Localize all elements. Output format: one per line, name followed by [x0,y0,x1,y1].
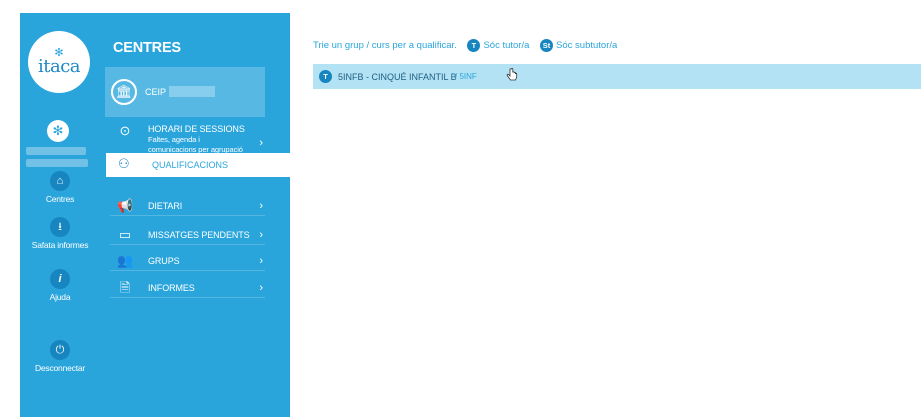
hand-cursor-icon [506,68,518,81]
rail-item-ajuda[interactable]: i Ajuda [20,269,100,302]
chevron-right-icon: › [259,200,263,212]
rail-item-centres[interactable]: ⌂ Centres [20,171,100,204]
icon-rail: ✻ itaca ✻ ⌂ Centres ⭳ Safata informes i … [20,13,100,417]
tutor-badge-icon: T [319,70,332,83]
centre-name-redacted [169,86,215,97]
download-icon: ⭳ [50,217,70,237]
message-icon: ▭ [118,227,132,242]
user-name-redacted [26,147,86,155]
award-icon: ⚇ [118,156,130,171]
itaca-logo[interactable]: ✻ itaca [28,31,90,93]
rail-item-label: Centres [45,194,75,204]
tutor-badge-icon: T [467,39,481,52]
menu-item-label: GRUPS [148,256,180,266]
group-icon: 👥 [117,253,134,268]
megaphone-icon: 📢 [117,198,134,213]
user-avatar-icon[interactable]: ✻ [47,120,69,142]
power-icon: ⏻ [50,340,70,360]
rail-item-label: Safata informes [31,240,89,250]
subtutor-badge-icon: St [540,39,554,52]
menu-item-informes[interactable]: 🗎 INFORMES › [110,281,265,298]
group-row[interactable]: T 5INFB - CINQUÉ INFANTIL B / 5INF [313,64,921,89]
group-name: 5INFB - CINQUÉ INFANTIL B [338,72,457,82]
subtutor-legend: Sóc subtutor/a [556,40,618,52]
home-icon: ⌂ [50,171,70,191]
intro-text: Trie un grup / curs per a qualificar. [313,40,457,52]
logo-text: itaca [37,56,81,77]
menu-title: CENTRES [113,40,181,56]
rail-item-desconnectar[interactable]: ⏻ Desconnectar [20,340,100,373]
centres-menu: CENTRES 🏛 CEIP ⊙ HORARI DE SESSIONS Falt… [100,13,290,417]
user-role-redacted [26,159,88,167]
info-icon: i [50,269,70,289]
group-selection-header: Trie un grup / curs per a qualificar. TS… [313,39,617,52]
horari-title: HORARI DE SESSIONS [148,124,245,134]
chevron-right-icon: › [259,282,263,294]
menu-item-dietari[interactable]: 📢 DIETARI › [110,199,265,216]
menu-item-missatges[interactable]: ▭ MISSATGES PENDENTS › [110,228,265,245]
menu-item-label: DIETARI [148,201,183,211]
centre-selector[interactable]: 🏛 CEIP [105,67,265,117]
chevron-right-icon: › [259,255,263,267]
left-panel: ✻ itaca ✻ ⌂ Centres ⭳ Safata informes i … [20,13,290,417]
building-icon: 🏛 [111,79,137,105]
rail-item-label: Ajuda [49,292,71,302]
rail-item-label: Desconnectar [34,363,86,373]
chevron-right-icon: › [259,229,263,241]
menu-item-label: HORARI DE SESSIONS Faltes, agenda i comu… [148,124,245,154]
menu-item-qualificacions[interactable]: ⚇ QUALIFICACIONS [106,153,290,177]
document-icon: 🗎 [119,280,131,295]
centre-name: CEIP [145,87,167,97]
horari-subtitle-1: Faltes, agenda i [148,135,200,144]
clock-icon: ⊙ [119,123,131,138]
menu-item-label: QUALIFICACIONS [152,160,229,170]
group-code: / 5INF [455,72,477,81]
menu-item-grups[interactable]: 👥 GRUPS › [110,254,265,271]
chevron-right-icon: › [259,137,263,149]
menu-item-label: INFORMES [148,283,195,293]
rail-item-safata-informes[interactable]: ⭳ Safata informes [20,217,100,250]
menu-item-label: MISSATGES PENDENTS [148,230,250,240]
tutor-legend: Sóc tutor/a [483,40,530,52]
